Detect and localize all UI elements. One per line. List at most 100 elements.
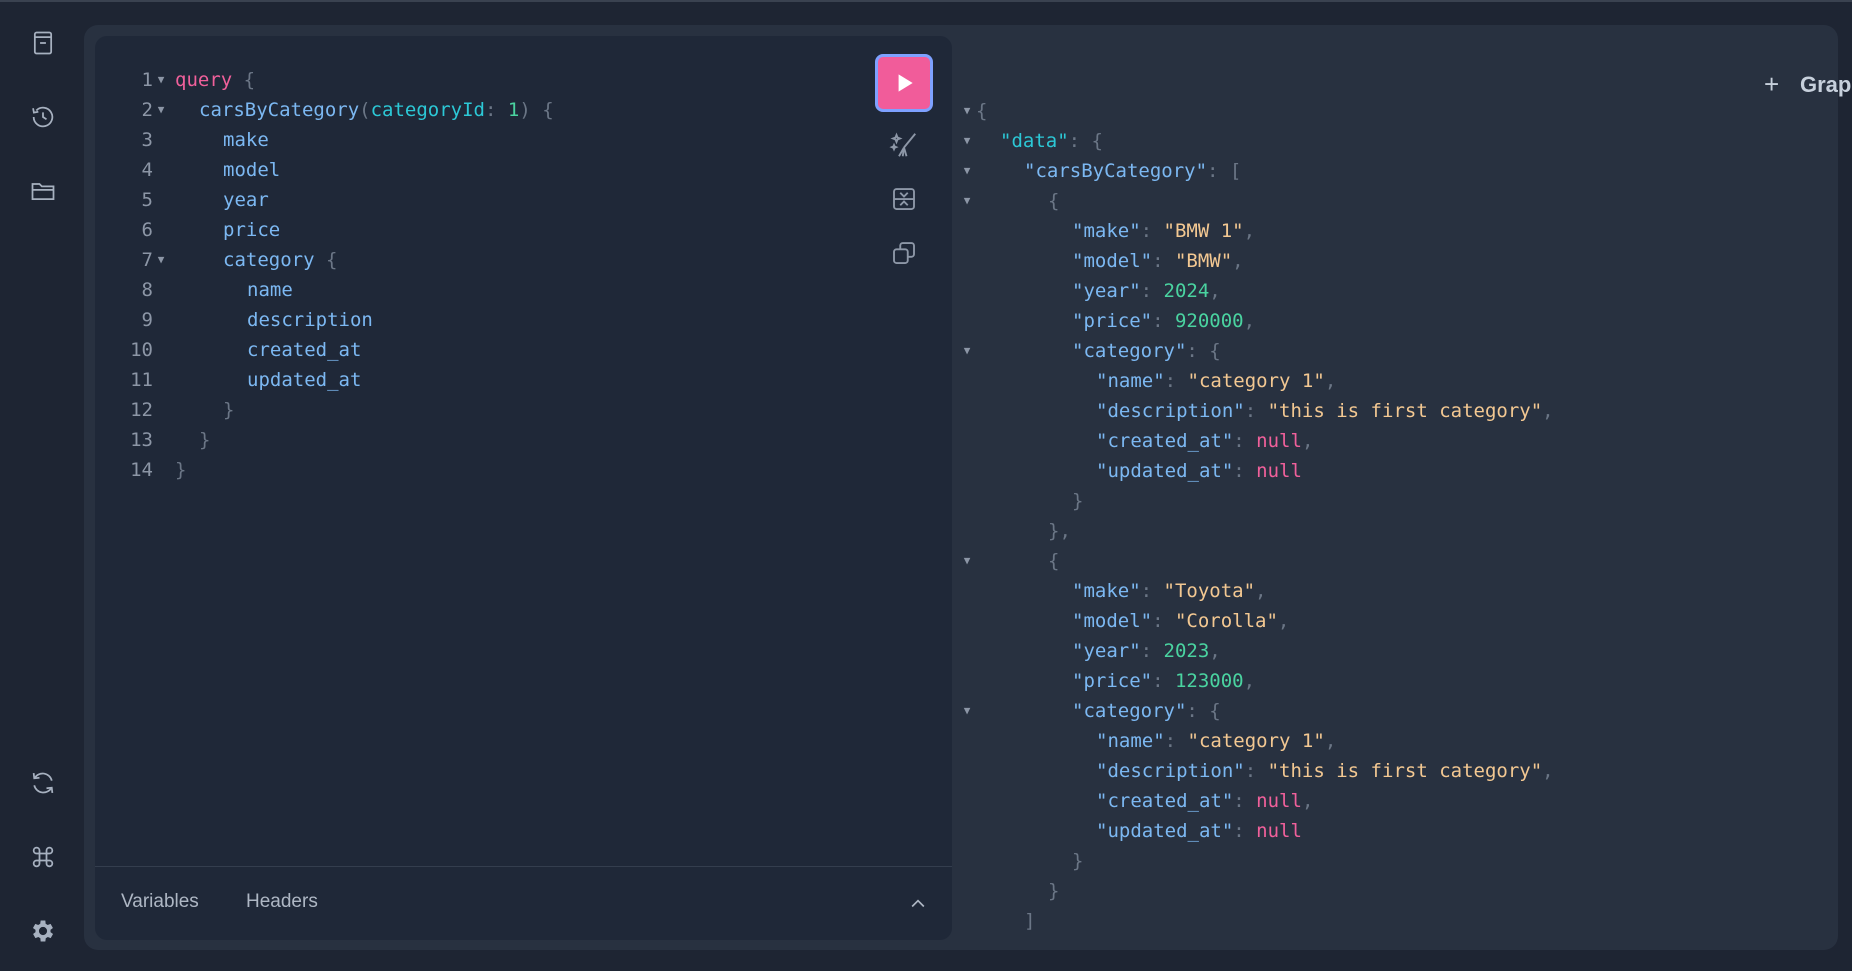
command-icon[interactable] xyxy=(24,838,62,876)
code-line[interactable]: 4 model xyxy=(95,155,855,185)
line-number: 5 xyxy=(141,189,153,211)
result-line: "description": "this is first category", xyxy=(952,396,1832,426)
code-line[interactable]: 12} xyxy=(95,395,855,425)
json-token: : { xyxy=(1186,340,1221,362)
play-icon xyxy=(898,74,913,92)
json-token: "BMW" xyxy=(1174,250,1233,272)
code-line[interactable]: 11 updated_at xyxy=(95,365,855,395)
code-line[interactable]: 6 price xyxy=(95,215,855,245)
json-token: "category 1" xyxy=(1187,730,1325,752)
json-token: "category" xyxy=(1072,340,1187,362)
result-line: }, xyxy=(952,516,1832,546)
code-line[interactable]: 7 ▼ category { xyxy=(95,245,855,275)
result-text: "model": "BMW", xyxy=(1072,246,1244,276)
fold-toggle-icon[interactable]: ▼ xyxy=(960,96,974,126)
code-line[interactable]: 13} xyxy=(95,425,855,455)
fold-toggle-icon[interactable]: ▼ xyxy=(960,126,974,156)
line-number: 7 xyxy=(141,249,153,271)
tab-variables[interactable]: Variables xyxy=(121,891,199,913)
code-line[interactable]: 9 description xyxy=(95,305,855,335)
run-query-button[interactable] xyxy=(875,54,933,112)
json-token: 2024 xyxy=(1163,280,1210,302)
result-text: "category": { xyxy=(1072,336,1221,366)
result-line: } xyxy=(952,846,1832,876)
code-line[interactable]: 5 year xyxy=(95,185,855,215)
result-text: "model": "Corolla", xyxy=(1072,606,1289,636)
result-line: ▼{ xyxy=(952,546,1832,576)
line-number: 14 xyxy=(130,459,153,481)
result-panel: ▼{▼ "data": {▼ "carsByCategory": [▼{"make"… xyxy=(952,36,1838,940)
fold-toggle-icon[interactable]: ▼ xyxy=(154,245,168,275)
refresh-icon[interactable] xyxy=(24,764,62,802)
editor-bottom-bar: Variables Headers xyxy=(95,866,952,940)
copy-icon[interactable] xyxy=(889,238,919,268)
json-token: } xyxy=(1048,880,1060,902)
code-line[interactable]: 1 ▼ query { xyxy=(95,65,855,95)
json-token: "data" xyxy=(1000,130,1069,152)
code-line[interactable]: 14} xyxy=(95,455,855,485)
merge-fragments-icon[interactable] xyxy=(889,184,919,214)
code-line[interactable]: 2 ▼ carsByCategory(categoryId: 1) { xyxy=(95,95,855,125)
fold-toggle-icon[interactable]: ▼ xyxy=(960,186,974,216)
code-line[interactable]: 3 make xyxy=(95,125,855,155)
code-token: price xyxy=(223,219,281,241)
json-token: , xyxy=(1243,310,1256,332)
graphiql-logo: GraphiQL xyxy=(1800,72,1852,98)
json-token: "year" xyxy=(1072,640,1141,662)
fold-toggle-icon[interactable]: ▼ xyxy=(960,696,974,726)
json-token: "price" xyxy=(1072,310,1153,332)
result-text: "make": "BMW 1", xyxy=(1072,216,1255,246)
json-token: { xyxy=(1048,550,1060,572)
fold-toggle-icon[interactable]: ▼ xyxy=(960,156,974,186)
history-icon[interactable] xyxy=(24,98,62,136)
code-token: ( xyxy=(359,99,371,121)
fold-toggle-icon[interactable]: ▼ xyxy=(960,546,974,576)
json-token: "this is first category" xyxy=(1267,400,1543,422)
json-token: "BMW 1" xyxy=(1163,220,1244,242)
json-token: null xyxy=(1256,430,1302,452)
fold-toggle-icon[interactable]: ▼ xyxy=(960,336,974,366)
json-token: "created_at" xyxy=(1096,430,1234,452)
json-token: : { xyxy=(1186,700,1221,722)
json-token: "Toyota" xyxy=(1163,580,1256,602)
folder-icon[interactable] xyxy=(24,172,62,210)
code-line[interactable]: 10 created_at xyxy=(95,335,855,365)
docs-icon[interactable] xyxy=(24,24,62,62)
line-number: 6 xyxy=(141,219,153,241)
code-text: created_at xyxy=(247,335,361,365)
json-token: : xyxy=(1140,640,1164,662)
result-line: "model": "Corolla", xyxy=(952,606,1832,636)
code-line[interactable]: 8 name xyxy=(95,275,855,305)
json-token: "model" xyxy=(1072,610,1153,632)
json-token: , xyxy=(1301,430,1314,452)
json-token: 920000 xyxy=(1174,310,1244,332)
add-tab-button[interactable]: + xyxy=(1764,69,1779,100)
result-line: "name": "category 1", xyxy=(952,366,1832,396)
prettify-icon[interactable] xyxy=(889,130,919,160)
result-text: { xyxy=(1048,186,1059,216)
query-editor[interactable]: 1 ▼ query {2 ▼ carsByCategory(categoryId: 1)… xyxy=(95,36,952,940)
result-line: ▼{ xyxy=(952,186,1832,216)
fold-toggle-icon[interactable]: ▼ xyxy=(154,65,168,95)
settings-icon[interactable] xyxy=(24,912,62,950)
json-token: "category 1" xyxy=(1187,370,1325,392)
line-number: 1 xyxy=(141,69,153,91)
query-code[interactable]: 1 ▼ query {2 ▼ carsByCategory(categoryId: 1)… xyxy=(95,65,855,485)
code-token: : xyxy=(485,99,508,121)
json-token: null xyxy=(1256,790,1302,812)
fold-toggle-icon[interactable]: ▼ xyxy=(154,95,168,125)
json-token: , xyxy=(1542,400,1554,422)
json-token: { xyxy=(976,100,988,122)
tab-headers[interactable]: Headers xyxy=(246,891,318,913)
result-text: "data": { xyxy=(1000,126,1103,156)
line-number: 12 xyxy=(130,399,153,421)
result-text: }, xyxy=(1048,516,1071,546)
code-text: make xyxy=(223,125,269,155)
result-text: } xyxy=(1072,486,1083,516)
result-text: "name": "category 1", xyxy=(1096,726,1336,756)
json-token: "this is first category" xyxy=(1267,760,1543,782)
chevron-up-icon[interactable] xyxy=(908,894,928,914)
result-text: } xyxy=(1072,846,1083,876)
json-token: : xyxy=(1244,760,1268,782)
code-text: carsByCategory(categoryId: 1) { xyxy=(199,95,554,125)
